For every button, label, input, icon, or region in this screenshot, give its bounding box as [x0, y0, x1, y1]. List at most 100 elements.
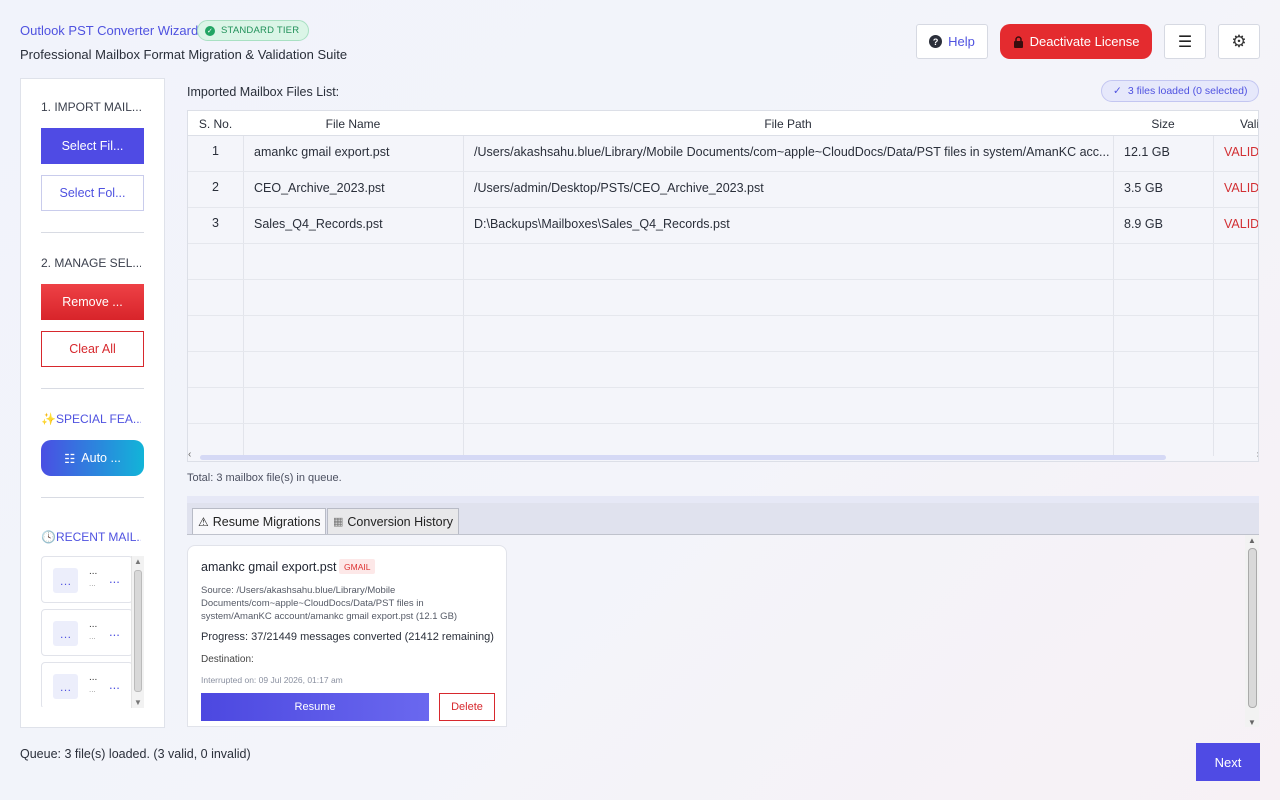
- row-divider: [188, 423, 1258, 424]
- table-header: S. No. File Name File Path Size Vali: [188, 111, 1258, 136]
- recent-item-title: ...: [89, 619, 98, 630]
- resume-progress: Progress: 37/21449 messages converted (2…: [201, 631, 494, 643]
- cell-validity: VALID: [1224, 181, 1259, 195]
- scroll-up-icon[interactable]: ▲: [134, 557, 142, 566]
- select-folder-button[interactable]: Select Fol...: [41, 175, 144, 211]
- tab-resume-migrations[interactable]: ⚠ Resume Migrations: [192, 508, 327, 534]
- column-header-sno[interactable]: S. No.: [188, 117, 243, 131]
- cell-sno: 2: [212, 180, 219, 194]
- next-button[interactable]: Next: [1196, 743, 1260, 781]
- resume-button[interactable]: Resume: [201, 693, 429, 721]
- cell-file-path: /Users/akashsahu.blue/Library/Mobile Doc…: [474, 145, 1110, 159]
- calendar-icon: ▦: [333, 516, 344, 528]
- mailbox-icon: …: [53, 568, 78, 593]
- files-heading: Imported Mailbox Files List:: [187, 85, 340, 99]
- cell-size: 12.1 GB: [1124, 145, 1170, 159]
- column-header-file-path[interactable]: File Path: [463, 117, 1113, 131]
- column-divider: [243, 136, 244, 456]
- warning-icon: ⚠: [198, 514, 209, 529]
- resume-file-name: amankc gmail export.pst: [201, 560, 337, 574]
- divider: [41, 388, 144, 389]
- row-divider: [188, 351, 1258, 352]
- files-loaded-badge: ✓ 3 files loaded (0 selected): [1101, 80, 1260, 102]
- cell-sno: 1: [212, 144, 219, 158]
- sidebar: 1. IMPORT MAIL... Select Fil... Select F…: [20, 78, 165, 728]
- deactivate-label: Deactivate License: [1029, 34, 1140, 49]
- deactivate-license-button[interactable]: Deactivate License: [1000, 24, 1152, 59]
- scroll-down-icon[interactable]: ▼: [134, 698, 142, 707]
- delete-button[interactable]: Delete: [439, 693, 495, 721]
- cell-sno: 3: [212, 216, 219, 230]
- row-divider: [188, 279, 1258, 280]
- recent-item-sub: ...: [89, 632, 96, 641]
- resume-card: amankc gmail export.pst GMAIL Source: /U…: [187, 545, 507, 727]
- recent-item[interactable]: … ... ... ...: [41, 662, 133, 707]
- total-files-text: Total: 3 mailbox file(s) in queue.: [187, 472, 342, 484]
- resume-panel: amankc gmail export.pst GMAIL Source: /U…: [187, 535, 1259, 727]
- recent-item-sub: ...: [89, 579, 96, 588]
- tab-strip: ⚠ Resume Migrations ▦ Conversion History: [187, 496, 1259, 535]
- tab-history-label: Conversion History: [347, 514, 453, 529]
- mailbox-icon: …: [53, 674, 78, 699]
- scroll-down-icon[interactable]: ▼: [1248, 718, 1256, 727]
- row-divider: [188, 315, 1258, 316]
- auto-button[interactable]: ☷ Auto ...: [41, 440, 144, 476]
- scroll-thumb[interactable]: [200, 455, 1166, 460]
- divider: [41, 232, 144, 233]
- scroll-thumb[interactable]: [134, 570, 142, 692]
- tab-conversion-history[interactable]: ▦ Conversion History: [327, 508, 459, 534]
- source-type-tag: GMAIL: [339, 559, 376, 574]
- files-loaded-label: 3 files loaded (0 selected): [1127, 85, 1248, 97]
- recent-item-more[interactable]: ...: [109, 571, 120, 586]
- column-header-validity[interactable]: Vali: [1213, 117, 1258, 131]
- resume-interrupted-time: Interrupted on: 09 Jul 2026, 01:17 am: [201, 675, 343, 685]
- scroll-up-icon[interactable]: ▲: [1248, 536, 1256, 545]
- clear-all-button[interactable]: Clear All: [41, 331, 144, 367]
- cell-size: 8.9 GB: [1124, 217, 1163, 231]
- menu-button[interactable]: ☰: [1164, 24, 1206, 59]
- queue-status: Queue: 3 file(s) loaded. (3 valid, 0 inv…: [20, 747, 251, 761]
- cell-validity: VALID: [1224, 217, 1259, 231]
- horizontal-scrollbar[interactable]: ‹ ›: [188, 449, 1258, 461]
- recent-item-sub: ...: [89, 685, 96, 694]
- recent-mailboxes-label: 🕓RECENT MAIL...: [41, 530, 141, 544]
- column-divider: [463, 136, 464, 456]
- column-header-size[interactable]: Size: [1113, 117, 1213, 131]
- tier-badge-label: STANDARD TIER: [221, 25, 300, 36]
- cell-file-name: Sales_Q4_Records.pst: [254, 217, 383, 231]
- column-divider: [1113, 136, 1114, 456]
- column-header-file-name[interactable]: File Name: [243, 117, 463, 131]
- recent-item-title: ...: [89, 566, 98, 577]
- scroll-left-icon[interactable]: ‹: [188, 449, 191, 460]
- cell-file-name: CEO_Archive_2023.pst: [254, 181, 385, 195]
- column-divider: [1213, 136, 1214, 456]
- recent-scrollbar[interactable]: ▲ ▼: [131, 556, 144, 708]
- help-label: Help: [948, 34, 975, 49]
- row-divider: [188, 243, 1258, 244]
- recent-item[interactable]: … ... ... ...: [41, 556, 133, 603]
- hamburger-icon: ☰: [1177, 33, 1193, 51]
- manage-section-label: 2. MANAGE SEL...: [41, 256, 141, 270]
- tab-resume-label: Resume Migrations: [212, 514, 321, 529]
- row-divider: [188, 387, 1258, 388]
- resume-source-path: Source: /Users/akashsahu.blue/Library/Mo…: [201, 585, 458, 622]
- recent-list: … ... ... ... … ... ... ... … ... ... ..…: [41, 555, 144, 707]
- cell-file-path: D:\Backups\Mailboxes\Sales_Q4_Records.ps…: [474, 217, 730, 231]
- check-circle-icon: ✓: [205, 25, 215, 36]
- cell-file-path: /Users/admin/Desktop/PSTs/CEO_Archive_20…: [474, 181, 764, 195]
- app-subtitle: Professional Mailbox Format Migration & …: [20, 47, 348, 62]
- settings-button[interactable]: ⚙: [1218, 24, 1260, 59]
- select-files-button[interactable]: Select Fil...: [41, 128, 144, 164]
- vertical-scrollbar[interactable]: ▲ ▼: [1245, 535, 1259, 727]
- scroll-thumb[interactable]: [1248, 548, 1257, 708]
- scroll-right-icon[interactable]: ›: [1257, 449, 1258, 460]
- gear-icon: ⚙: [1231, 31, 1247, 51]
- question-icon: ?: [929, 35, 943, 48]
- resume-destination: Destination:: [201, 654, 254, 665]
- recent-item-more[interactable]: ...: [109, 624, 120, 639]
- cell-file-name: amankc gmail export.pst: [254, 145, 390, 159]
- recent-item[interactable]: … ... ... ...: [41, 609, 133, 656]
- help-button[interactable]: ? Help: [916, 24, 988, 59]
- remove-button[interactable]: Remove ...: [41, 284, 144, 320]
- recent-item-more[interactable]: ...: [109, 677, 120, 692]
